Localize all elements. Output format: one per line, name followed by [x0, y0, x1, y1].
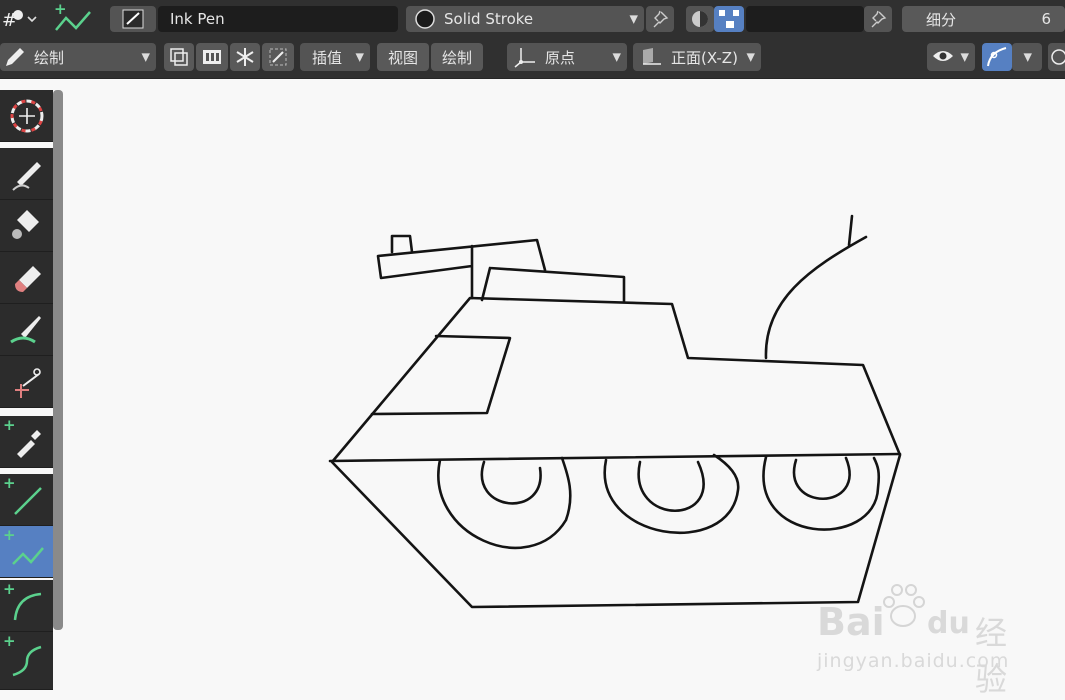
watermark-brand: Bai: [817, 600, 885, 644]
watermark-url: jingyan.baidu.com: [817, 650, 1010, 672]
toolbar-scrollbar[interactable]: [53, 90, 63, 630]
add-icon: +: [3, 580, 16, 598]
add-icon: +: [3, 632, 16, 650]
baidu-watermark: Bai du 经验 jingyan.baidu.com: [815, 578, 1015, 698]
fill-tool[interactable]: [0, 200, 53, 252]
cutter-scissors-icon: [14, 367, 41, 398]
draw-tool[interactable]: [0, 148, 53, 200]
tool-shelf: + + + + +: [0, 86, 53, 696]
tint-tool[interactable]: [0, 304, 53, 356]
add-icon: +: [3, 416, 16, 434]
curve-tool[interactable]: +: [0, 632, 53, 690]
erase-tool[interactable]: [0, 252, 53, 304]
polyline-tool[interactable]: +: [0, 526, 53, 578]
watermark-brand-tail: du: [927, 606, 970, 641]
eraser-icon: [14, 265, 41, 292]
add-icon: +: [3, 474, 16, 492]
cursor-tool[interactable]: [0, 90, 53, 142]
pencil-draw-icon: [11, 161, 41, 191]
eyedropper-tool[interactable]: +: [0, 416, 53, 468]
cursor-icon: [10, 99, 43, 132]
tint-brush-icon: [9, 315, 41, 343]
cutter-tool[interactable]: [0, 356, 53, 408]
add-icon: +: [3, 526, 16, 544]
line-tool[interactable]: +: [0, 474, 53, 526]
arc-tool[interactable]: +: [0, 580, 53, 632]
fill-bucket-icon: [11, 209, 39, 239]
